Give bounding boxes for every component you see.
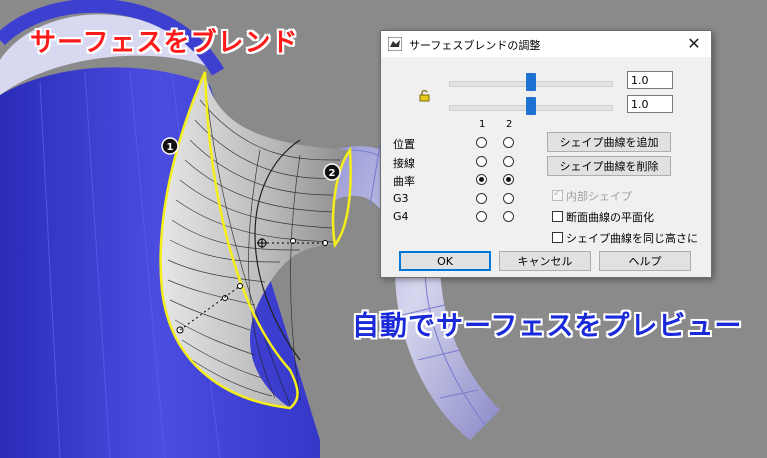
column-header-1: 1 bbox=[479, 119, 486, 130]
marker-2: 2 bbox=[323, 163, 341, 181]
radio-g3-1[interactable] bbox=[476, 193, 487, 204]
marker-1-label: 1 bbox=[167, 142, 174, 153]
marker-2-label: 2 bbox=[329, 168, 336, 179]
planar-sections-label: 断面曲線の平面化 bbox=[566, 211, 654, 224]
radio-g4-2[interactable] bbox=[503, 211, 514, 222]
inner-shape-checkbox[interactable] bbox=[552, 188, 563, 201]
blend-surface-dialog: サーフェスブレンドの調整 ✕ 1.0 1.0 1 2 位置 接線 曲率 G3 G… bbox=[380, 30, 712, 278]
same-height-label: シェイプ曲線を同じ高さに bbox=[566, 232, 698, 245]
dialog-title: サーフェスブレンドの調整 bbox=[409, 39, 541, 52]
radio-tangency-2[interactable] bbox=[503, 156, 514, 167]
radio-position-1[interactable] bbox=[476, 137, 487, 148]
marker-1: 1 bbox=[161, 137, 179, 155]
close-button[interactable]: ✕ bbox=[681, 33, 707, 55]
radio-position-2[interactable] bbox=[503, 137, 514, 148]
help-button[interactable]: ヘルプ bbox=[599, 251, 691, 271]
row-label-curvature: 曲率 bbox=[393, 175, 415, 188]
rhino-app-icon bbox=[388, 37, 402, 51]
row-label-tangency: 接線 bbox=[393, 157, 415, 170]
lock-icon[interactable] bbox=[419, 89, 431, 102]
slider-2-thumb[interactable] bbox=[526, 97, 536, 115]
slider-2-value[interactable]: 1.0 bbox=[627, 95, 673, 113]
row-label-g3: G3 bbox=[393, 192, 409, 205]
dialog-titlebar[interactable]: サーフェスブレンドの調整 ✕ bbox=[381, 31, 711, 57]
ok-button[interactable]: OK bbox=[399, 251, 491, 271]
slider-1-thumb[interactable] bbox=[526, 73, 536, 91]
planar-sections-checkbox[interactable] bbox=[552, 211, 563, 222]
radio-curvature-2[interactable] bbox=[503, 174, 514, 185]
same-height-checkbox[interactable] bbox=[552, 232, 563, 243]
add-shape-curve-button[interactable]: シェイプ曲線を追加 bbox=[547, 132, 671, 152]
remove-shape-curve-button[interactable]: シェイプ曲線を削除 bbox=[547, 156, 671, 176]
callout-blend-surface: サーフェスをブレンド bbox=[30, 28, 299, 58]
radio-g4-1[interactable] bbox=[476, 211, 487, 222]
row-label-g4: G4 bbox=[393, 210, 409, 223]
inner-shape-label: 内部シェイプ bbox=[566, 190, 632, 203]
radio-curvature-1[interactable] bbox=[476, 174, 487, 185]
radio-g3-2[interactable] bbox=[503, 193, 514, 204]
slider-1-value[interactable]: 1.0 bbox=[627, 71, 673, 89]
callout-auto-preview: 自動でサーフェスをプレビュー bbox=[352, 311, 743, 342]
row-label-position: 位置 bbox=[393, 138, 415, 151]
cancel-button[interactable]: キャンセル bbox=[499, 251, 591, 271]
radio-tangency-1[interactable] bbox=[476, 156, 487, 167]
column-header-2: 2 bbox=[506, 119, 513, 130]
